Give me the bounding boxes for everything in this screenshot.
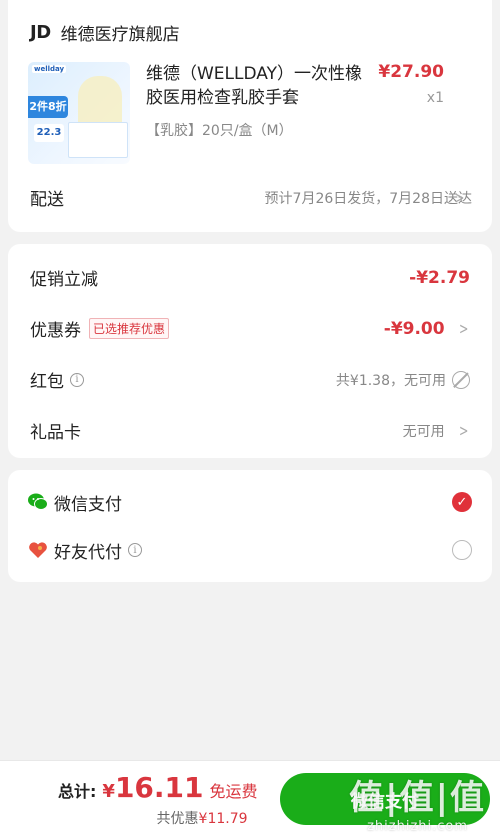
unavailable-icon <box>452 370 470 389</box>
jd-logo: JD <box>30 21 51 43</box>
giftcard-info: 无可用 <box>402 423 445 440</box>
promo-label: 促销立减 <box>30 270 98 290</box>
coupon-label: 优惠券 <box>30 321 81 341</box>
chevron-right-icon: > <box>454 188 464 207</box>
wechat-pay-option[interactable]: 微信支付 ✓ <box>8 478 492 526</box>
info-icon[interactable]: i <box>128 543 142 557</box>
giftcard-label: 礼品卡 <box>30 423 81 443</box>
product-row[interactable]: wellday 2件8折 22.3 维德（WELLDAY）一次性橡胶医用检查乳胶… <box>8 48 492 164</box>
friend-pay-option[interactable]: 好友代付 i <box>8 526 492 574</box>
product-image[interactable]: wellday 2件8折 22.3 <box>28 62 130 164</box>
chevron-right-icon: > <box>458 319 468 338</box>
product-spec: 【乳胶】20只/盒（M） <box>146 123 293 139</box>
product-image-price: 22.3 <box>34 124 64 142</box>
watermark: 值|值|值 zhizhizhi.com <box>349 770 486 834</box>
friend-pay-label: 好友代付 <box>54 542 122 563</box>
coupon-row[interactable]: 优惠券 已选推荐优惠 -¥9.00 > <box>8 303 492 354</box>
coupon-amount: -¥9.00 <box>383 318 445 339</box>
product-price: ¥27.90 <box>378 62 444 82</box>
box-graphic <box>68 122 128 158</box>
free-shipping-text: 免运费 <box>209 782 258 801</box>
wechat-pay-label: 微信支付 <box>54 494 122 515</box>
heart-icon <box>28 540 48 560</box>
order-item-card: JD 维德医疗旗舰店 wellday 2件8折 22.3 维德（WELLDAY）… <box>8 0 492 232</box>
redpacket-row: 红包 i 共¥1.38，无可用 <box>8 354 492 405</box>
watermark-url: zhizhizhi.com <box>367 819 469 834</box>
product-title[interactable]: 维德（WELLDAY）一次性橡胶医用检查乳胶手套 <box>146 62 366 110</box>
product-qty: x1 <box>426 90 444 106</box>
info-icon[interactable]: i <box>70 372 84 387</box>
chevron-right-icon: > <box>458 421 468 440</box>
product-promo-tag: 2件8折 <box>28 96 68 118</box>
promo-amount: -¥2.79 <box>409 267 470 288</box>
wechat-icon <box>28 492 48 512</box>
delivery-label: 配送 <box>30 190 64 210</box>
redpacket-info: 共¥1.38，无可用 <box>335 372 446 389</box>
product-info: 维德（WELLDAY）一次性橡胶医用检查乳胶手套 【乳胶】20只/盒（M） <box>146 62 366 164</box>
discount-label: 共优惠 <box>156 811 199 827</box>
giftcard-row[interactable]: 礼品卡 无可用 > <box>8 405 492 456</box>
shop-header[interactable]: JD 维德医疗旗舰店 <box>8 0 492 48</box>
checkout-bar: 总计: ¥ 16.11 免运费 共优惠¥11.79 微信支付 值|值|值 zhi… <box>0 760 500 838</box>
delivery-row[interactable]: 配送 预计7月26日发货，7月28日送达 > <box>30 185 492 210</box>
product-brand-mark: wellday <box>32 65 67 73</box>
total-currency: ¥ <box>102 781 115 802</box>
total-discount: 共优惠¥11.79 <box>58 808 258 828</box>
delivery-info: 预计7月26日发货，7月28日送达 <box>264 190 472 207</box>
redpacket-label: 红包 <box>30 372 64 392</box>
radio-unselected-icon[interactable] <box>452 540 472 560</box>
discounts-card: 促销立减 -¥2.79 优惠券 已选推荐优惠 -¥9.00 > 红包 i 共¥1… <box>8 244 492 458</box>
watermark-logo: 值|值|值 <box>349 778 486 818</box>
totals-block: 总计: ¥ 16.11 免运费 共优惠¥11.79 <box>58 771 258 828</box>
radio-selected-icon[interactable]: ✓ <box>452 492 472 512</box>
promo-discount-row: 促销立减 -¥2.79 <box>8 252 492 303</box>
total-label: 总计: <box>58 782 97 801</box>
payment-method-card: 微信支付 ✓ 好友代付 i <box>8 470 492 582</box>
total-amount: 16.11 <box>114 771 204 804</box>
shop-name[interactable]: 维德医疗旗舰店 <box>61 20 180 45</box>
product-price-block: ¥27.90 x1 <box>378 62 444 106</box>
coupon-badge: 已选推荐优惠 <box>89 318 170 339</box>
discount-amount: ¥11.79 <box>198 811 248 827</box>
